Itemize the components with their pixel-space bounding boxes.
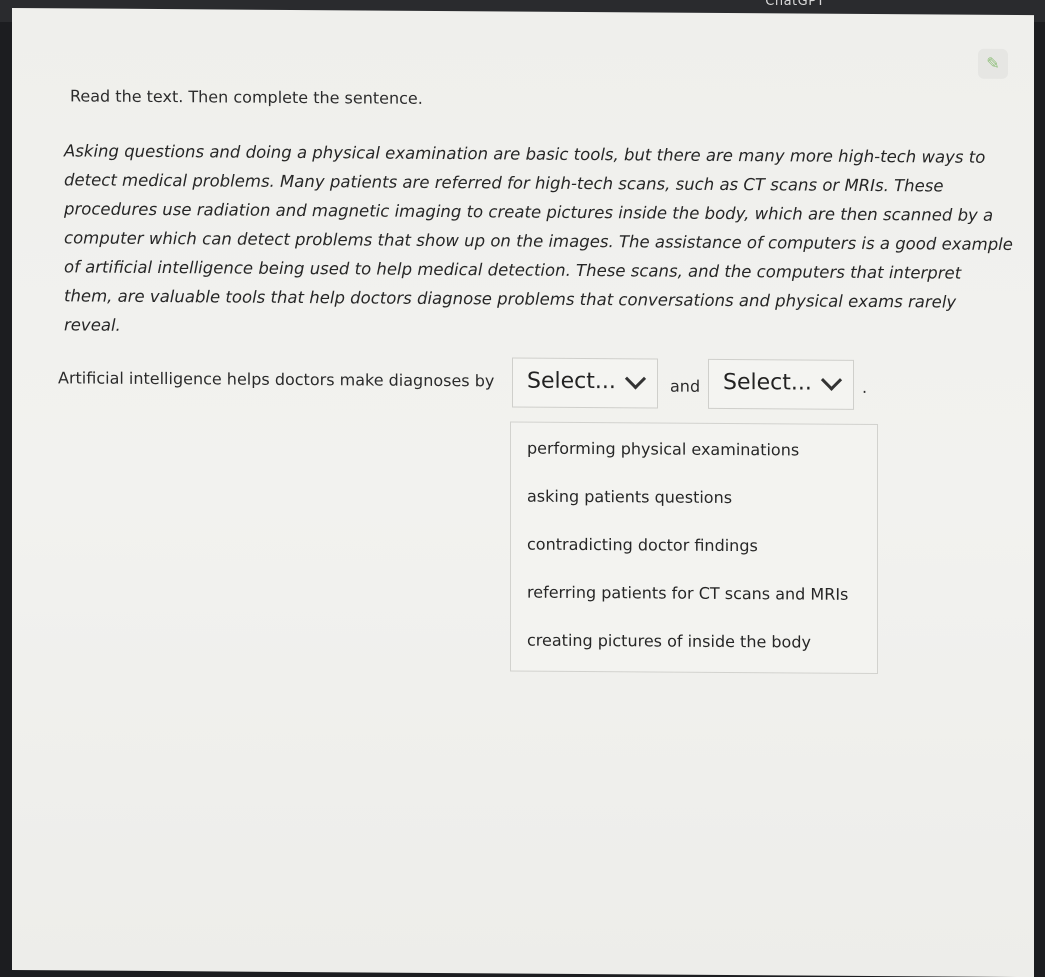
app-label: ChatGPT bbox=[765, 0, 825, 9]
completion-sentence: Artificial intelligence helps doctors ma… bbox=[58, 354, 958, 412]
answer-dropdown-menu: performing physical examinations asking … bbox=[510, 421, 878, 675]
chevron-down-icon bbox=[624, 368, 647, 390]
chevron-down-icon bbox=[820, 369, 843, 391]
dropdown-option[interactable]: creating pictures of inside the body bbox=[527, 631, 811, 652]
answer-select-2[interactable]: Select... bbox=[708, 358, 854, 410]
dropdown-option[interactable]: referring patients for CT scans and MRIs bbox=[527, 583, 848, 604]
pencil-icon[interactable]: ✎ bbox=[978, 48, 1008, 79]
dropdown-option[interactable]: asking patients questions bbox=[527, 487, 732, 507]
answer-select-1[interactable]: Select... bbox=[512, 357, 658, 409]
reading-passage: Asking questions and doing a physical ex… bbox=[64, 141, 1013, 335]
dropdown-option[interactable]: performing physical examinations bbox=[527, 439, 799, 460]
sentence-conjunction: and bbox=[670, 376, 701, 396]
select-1-label: Select... bbox=[527, 368, 616, 395]
sentence-prefix: Artificial intelligence helps doctors ma… bbox=[58, 368, 495, 391]
question-screen: ✎ Read the text. Then complete the sente… bbox=[12, 8, 1034, 977]
select-2-label: Select... bbox=[723, 369, 812, 396]
dropdown-option[interactable]: contradicting doctor findings bbox=[527, 535, 758, 556]
question-instruction: Read the text. Then complete the sentenc… bbox=[70, 86, 423, 108]
sentence-suffix: . bbox=[862, 377, 868, 397]
